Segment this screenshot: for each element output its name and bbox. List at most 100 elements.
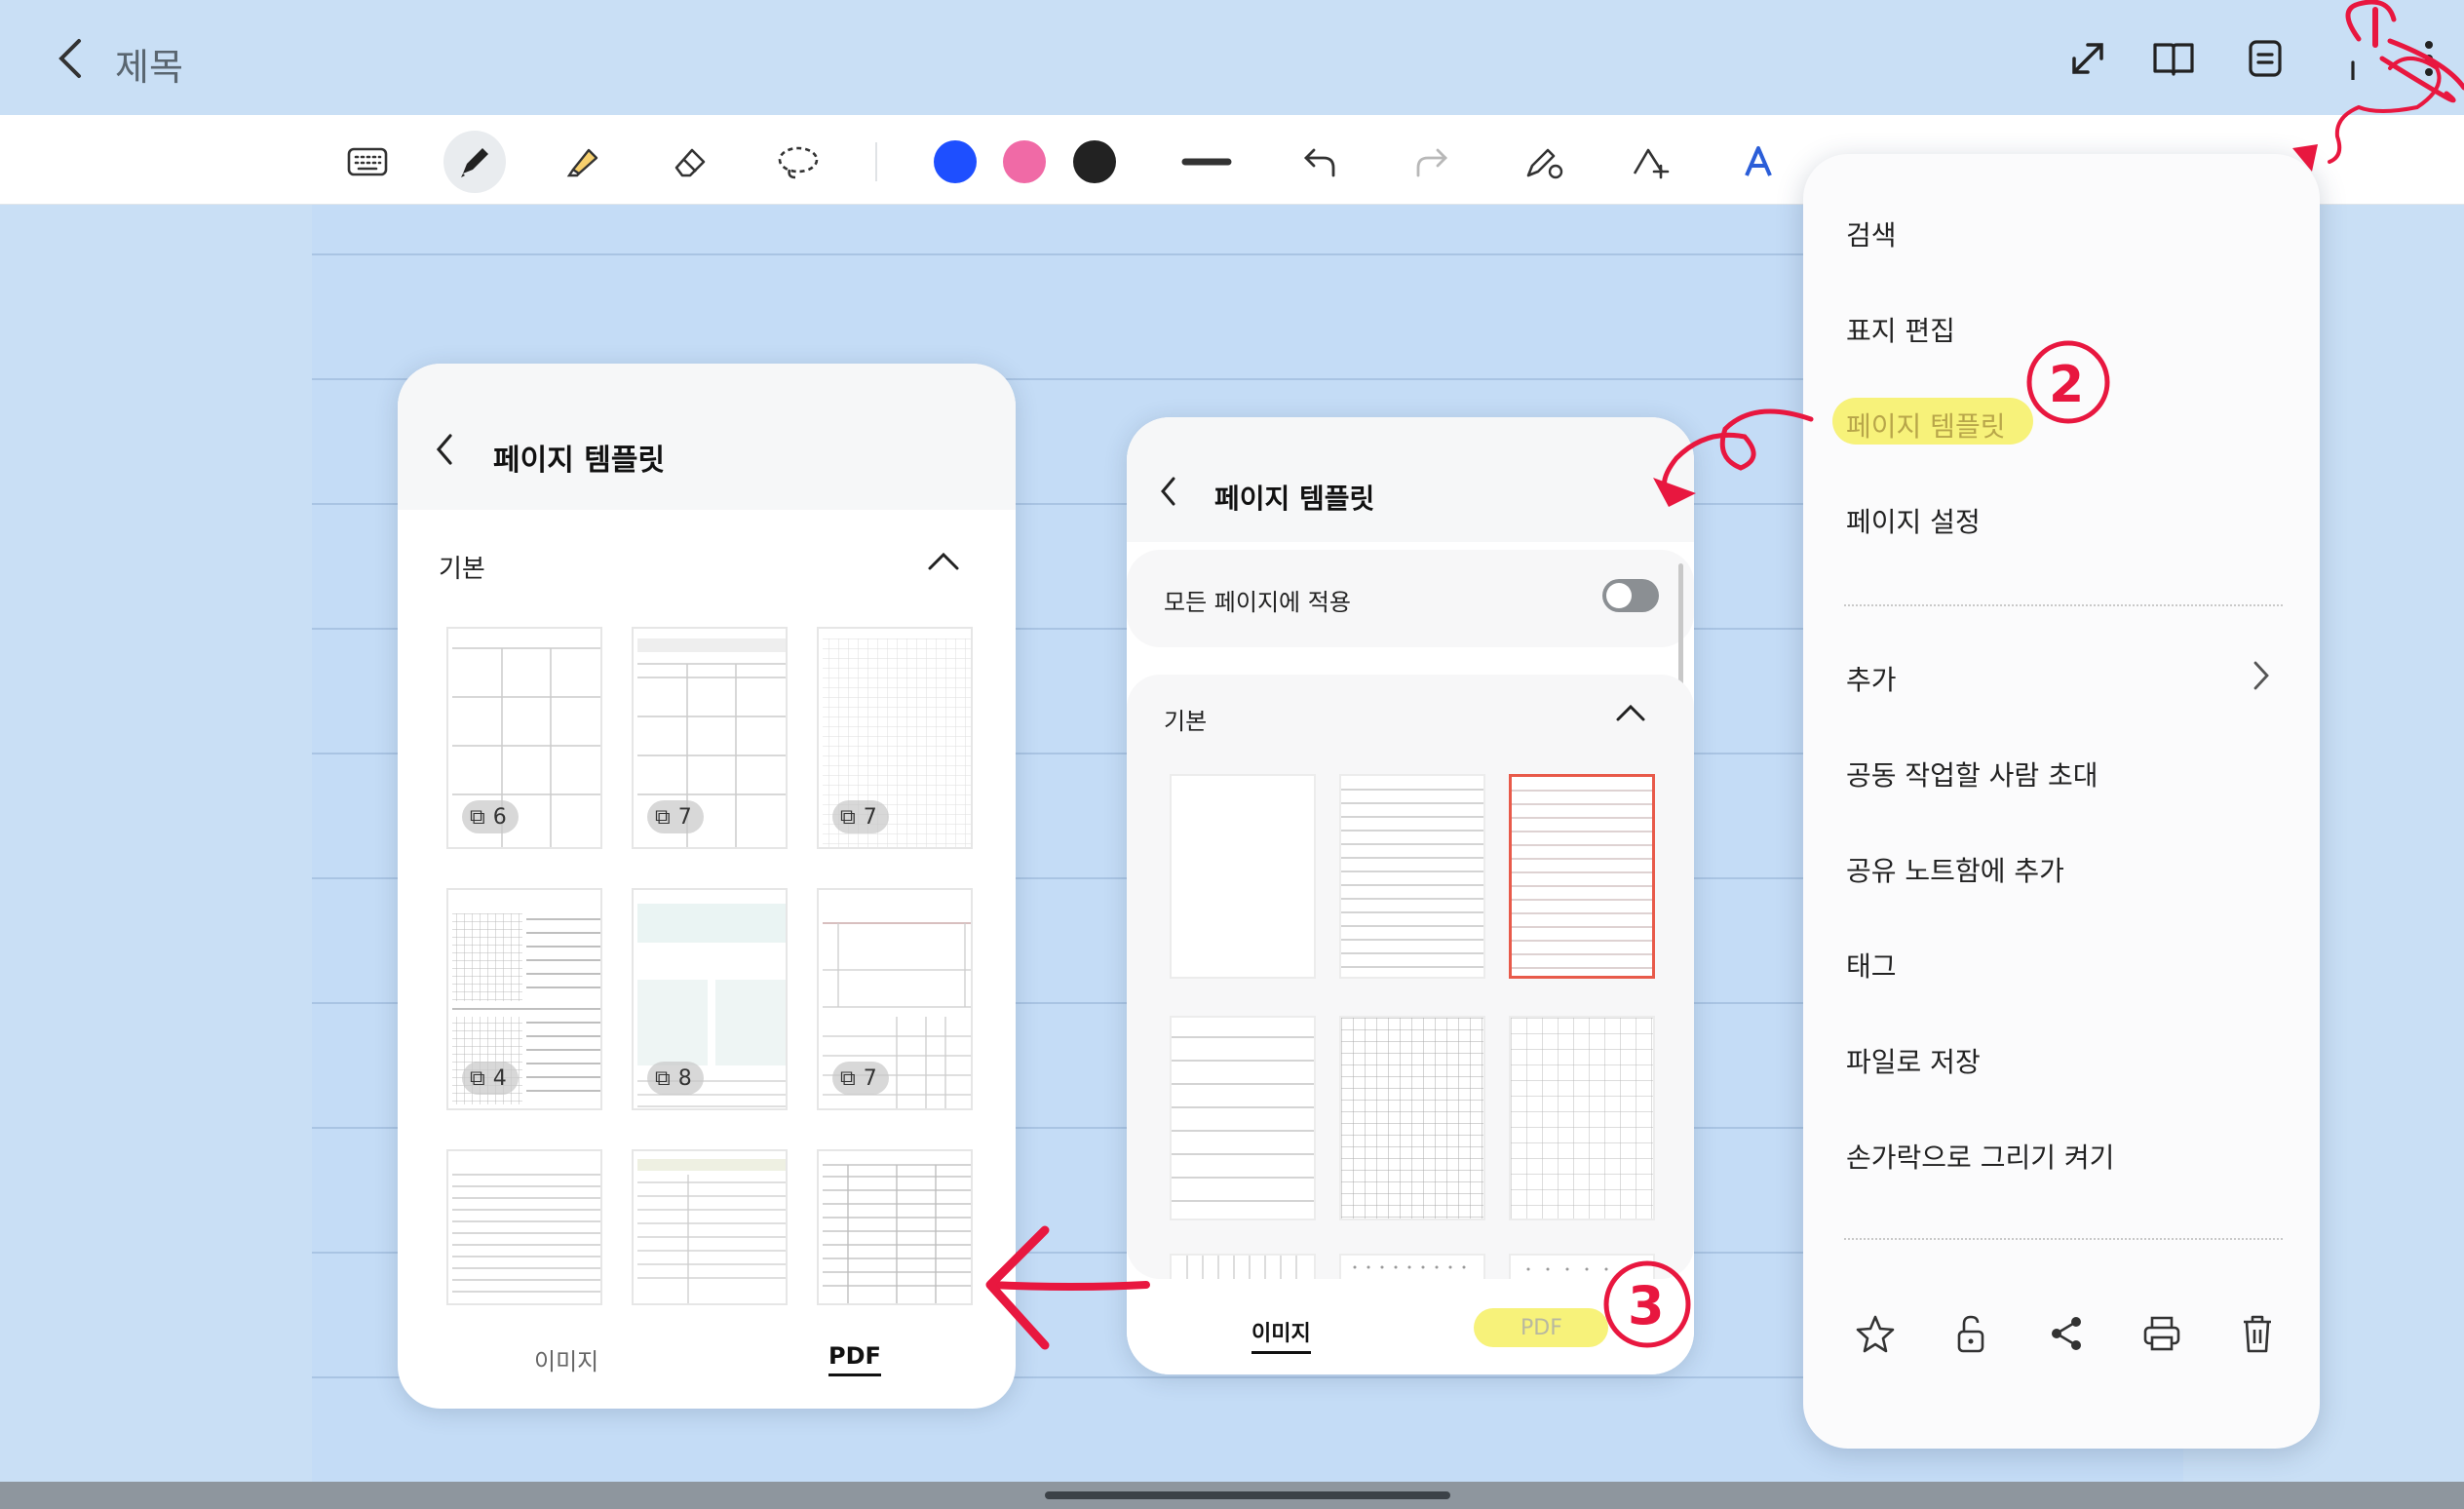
apply-all-row[interactable]: 모든 페이지에 적용 bbox=[1127, 550, 1694, 647]
apply-all-label: 모든 페이지에 적용 bbox=[1164, 589, 1351, 616]
pages-icon: ⧉ bbox=[655, 804, 671, 830]
highlighter-icon bbox=[566, 148, 598, 177]
delete-button[interactable] bbox=[2228, 1304, 2287, 1363]
template-thumbnail[interactable] bbox=[632, 1149, 788, 1305]
template-thumbnail-blank[interactable] bbox=[1170, 774, 1316, 979]
panel-back-button[interactable] bbox=[433, 430, 472, 473]
eraser-button[interactable] bbox=[659, 131, 721, 193]
note-title[interactable]: 제목 bbox=[115, 37, 183, 91]
page-count-badge: ⧉ 4 bbox=[462, 1062, 519, 1095]
apply-all-toggle[interactable] bbox=[1602, 579, 1659, 612]
color-swatch bbox=[1003, 140, 1046, 183]
menu-item-page-template[interactable]: 페이지 템플릿 bbox=[1846, 406, 2005, 445]
template-thumbnail-grid-small[interactable] bbox=[1339, 1016, 1485, 1220]
section-label: 기본 bbox=[1164, 708, 1208, 735]
template-thumbnail-grid-large[interactable] bbox=[1509, 1016, 1655, 1220]
stroke-width-button[interactable] bbox=[1175, 131, 1238, 193]
keyboard-button[interactable] bbox=[336, 131, 399, 193]
share-icon bbox=[2052, 1317, 2081, 1350]
tab-pdf[interactable]: PDF bbox=[1521, 1316, 1562, 1340]
page-template-panel-image: 페이지 템플릿 모든 페이지에 적용 기본 이미지 PDF bbox=[1127, 417, 1694, 1374]
menu-item-add[interactable]: 추가 bbox=[1846, 659, 1897, 698]
tab-pdf[interactable]: PDF bbox=[828, 1342, 881, 1376]
menu-divider bbox=[1844, 604, 2283, 606]
book-icon bbox=[2153, 43, 2194, 76]
template-thumbnail[interactable]: ⧉ 4 bbox=[446, 888, 602, 1110]
chevron-up-icon bbox=[1616, 704, 1645, 721]
more-options-button[interactable] bbox=[2400, 29, 2458, 88]
color-black-button[interactable] bbox=[1063, 131, 1126, 193]
redo-button[interactable] bbox=[1401, 131, 1463, 193]
page-count-badge: ⧉ 7 bbox=[832, 1062, 889, 1095]
add-icon bbox=[2351, 60, 2355, 80]
page-count: 6 bbox=[492, 804, 507, 830]
page-count: 7 bbox=[863, 1065, 877, 1091]
color-blue-button[interactable] bbox=[924, 131, 986, 193]
pages-icon: ⧉ bbox=[470, 1065, 485, 1091]
menu-item-invite-collaborators[interactable]: 공동 작업할 사람 초대 bbox=[1846, 754, 2098, 793]
page-list-button[interactable] bbox=[2236, 29, 2294, 88]
pages-icon: ⧉ bbox=[470, 804, 485, 830]
star-icon bbox=[1856, 1315, 1895, 1353]
menu-item-tag[interactable]: 태그 bbox=[1846, 946, 1897, 985]
shape-button[interactable] bbox=[1619, 131, 1681, 193]
share-button[interactable] bbox=[2037, 1304, 2096, 1363]
panel-header bbox=[1127, 417, 1694, 542]
template-preview bbox=[1341, 1018, 1483, 1219]
template-thumbnail[interactable]: ⧉ 6 bbox=[446, 627, 602, 849]
back-button[interactable] bbox=[43, 29, 97, 88]
unlock-icon bbox=[1957, 1315, 1984, 1353]
page-count-badge: ⧉ 6 bbox=[462, 800, 519, 833]
book-view-button[interactable] bbox=[2144, 29, 2203, 88]
menu-item-search[interactable]: 검색 bbox=[1846, 214, 1897, 253]
template-thumbnail[interactable]: ⧉ 7 bbox=[817, 888, 973, 1110]
text-style-button[interactable] bbox=[1727, 131, 1790, 193]
template-thumbnail[interactable]: ⧉ 8 bbox=[632, 888, 788, 1110]
lasso-button[interactable] bbox=[767, 131, 829, 193]
menu-item-edit-cover[interactable]: 표지 편집 bbox=[1846, 310, 1955, 349]
home-indicator[interactable] bbox=[1045, 1491, 1450, 1499]
chevron-right-icon bbox=[2252, 659, 2277, 694]
shape-icon bbox=[1633, 148, 1670, 179]
template-thumbnail[interactable] bbox=[446, 1149, 602, 1305]
page-count: 7 bbox=[677, 804, 692, 830]
menu-item-save-as-file[interactable]: 파일로 저장 bbox=[1846, 1041, 1981, 1080]
menu-item-finger-drawing[interactable]: 손가락으로 그리기 켜기 bbox=[1846, 1137, 2114, 1176]
template-thumbnail-lined-selected[interactable] bbox=[1509, 774, 1655, 979]
template-thumbnail[interactable] bbox=[817, 1149, 973, 1305]
menu-item-add-shared-notebook[interactable]: 공유 노트함에 추가 bbox=[1846, 850, 2064, 889]
favorite-button[interactable] bbox=[1846, 1304, 1905, 1363]
lasso-icon bbox=[778, 146, 819, 179]
template-thumbnail[interactable]: ⧉ 7 bbox=[817, 627, 973, 849]
expand-icon bbox=[2072, 43, 2103, 74]
lock-button[interactable] bbox=[1942, 1304, 2000, 1363]
section-label: 기본 bbox=[439, 555, 485, 584]
template-thumbnail-wide-lined[interactable] bbox=[1170, 1016, 1316, 1220]
pages-icon: ⧉ bbox=[840, 1065, 856, 1091]
tab-image[interactable]: 이미지 bbox=[1251, 1316, 1311, 1354]
add-page-button[interactable] bbox=[2324, 29, 2382, 88]
menu-item-page-settings[interactable]: 페이지 설정 bbox=[1846, 501, 1981, 540]
template-preview bbox=[823, 1164, 971, 1303]
template-thumbnail-lined[interactable] bbox=[1339, 774, 1485, 979]
collapse-button[interactable] bbox=[1614, 702, 1649, 727]
color-swatch bbox=[1073, 140, 1116, 183]
pen-settings-button[interactable] bbox=[1513, 131, 1575, 193]
template-section-card: 기본 ⧉ 6 ⧉ 7 ⧉ 7 ⧉ 4 ⧉ 8 ⧉ 7 bbox=[398, 520, 1016, 1305]
print-button[interactable] bbox=[2133, 1304, 2191, 1363]
page-count-badge: ⧉ 8 bbox=[647, 1062, 704, 1095]
page-template-panel-pdf: 페이지 템플릿 기본 ⧉ 6 ⧉ 7 ⧉ 7 ⧉ 4 ⧉ 8 ⧉ 7 이미지 P… bbox=[398, 364, 1016, 1409]
collapse-button[interactable] bbox=[926, 549, 965, 578]
pen-settings-icon bbox=[1526, 148, 1563, 179]
tab-image[interactable]: 이미지 bbox=[534, 1342, 598, 1376]
back-icon bbox=[436, 434, 452, 465]
expand-button[interactable] bbox=[2059, 29, 2117, 88]
color-pink-button[interactable] bbox=[993, 131, 1056, 193]
pen-tool-button[interactable] bbox=[443, 131, 506, 193]
template-preview bbox=[452, 1174, 600, 1293]
template-thumbnail[interactable]: ⧉ 7 bbox=[632, 627, 788, 849]
color-swatch bbox=[934, 140, 977, 183]
highlighter-button[interactable] bbox=[552, 131, 614, 193]
panel-back-button[interactable] bbox=[1158, 474, 1193, 513]
undo-button[interactable] bbox=[1289, 131, 1351, 193]
